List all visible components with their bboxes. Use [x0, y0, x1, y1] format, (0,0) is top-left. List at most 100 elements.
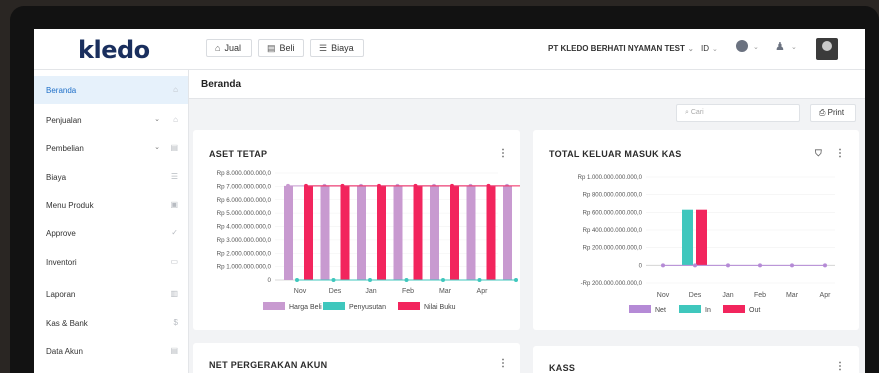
y-tick-label: Rp 2.000.000.000,0 — [217, 250, 272, 257]
legend-swatch — [629, 305, 651, 313]
legend-label: Out — [749, 307, 760, 314]
sidebar-item-beranda[interactable]: Beranda ⌂ — [34, 76, 188, 104]
sidebar-item-label: Pembelian — [46, 144, 84, 153]
language-selector[interactable]: ID ⌄ — [701, 44, 718, 53]
bar-harga-beli — [284, 185, 293, 280]
clock-icon[interactable] — [736, 40, 748, 52]
y-tick-label: Rp 600.000.000.000,0 — [583, 210, 643, 216]
bar-harga-beli — [466, 185, 476, 280]
y-tick-label: 0 — [639, 263, 643, 269]
beli-label: Beli — [279, 43, 295, 53]
sidebar-item-label: Data Akun — [46, 347, 83, 356]
y-tick-label: Rp 7.000.000.000,0 — [217, 183, 272, 190]
kas-card: TOTAL KELUAR MASUK KAS ⛉ ⋮ Rp 1.000.000.… — [533, 130, 859, 330]
data-point — [661, 263, 665, 268]
y-tick-label: Rp 1.000.000.000.000,0 — [578, 175, 643, 181]
company-name: PT KLEDO BERHATI NYAMAN TEST — [548, 44, 685, 53]
language-label: ID — [701, 44, 709, 53]
y-tick-label: Rp 200.000.000.000,0 — [583, 246, 643, 252]
beli-button[interactable]: ▤ Beli — [258, 39, 304, 57]
x-tick-label: Feb — [402, 288, 414, 295]
check-icon: ✓ — [171, 228, 178, 237]
company-selector[interactable]: PT KLEDO BERHATI NYAMAN TEST ⌄ — [548, 44, 694, 53]
net-pergerakan-card: NET PERGERAKAN AKUN ⋮ — [193, 343, 520, 373]
kas-chart: Rp 1.000.000.000.000,0 Rp 800.000.000.000… — [578, 175, 835, 314]
sidebar-item-biaya[interactable]: Biaya ☰ — [34, 163, 188, 191]
x-tick-label: Apr — [820, 292, 832, 299]
sidebar-item-kas-bank[interactable]: Kas & Bank $ — [34, 309, 188, 337]
x-tick-label: Apr — [477, 288, 489, 295]
y-tick-label: Rp 4.000.000.000,0 — [217, 224, 272, 231]
y-tick-label: Rp 1.000.000.000,0 — [217, 264, 272, 271]
x-tick-label: Mar — [786, 292, 799, 299]
bar-nilai-buku — [413, 185, 423, 280]
sidebar-item-inventori[interactable]: Inventori ▭ — [34, 248, 188, 276]
biaya-button[interactable]: ☰ Biaya — [310, 39, 364, 57]
data-point — [377, 183, 381, 188]
legend-swatch — [323, 302, 345, 310]
chevron-down-icon: ⌄ — [791, 44, 797, 51]
sidebar-item-laporan[interactable]: Laporan ▥ — [34, 280, 188, 308]
sidebar-item-label: Beranda — [46, 86, 77, 95]
sidebar-item-label: Approve — [46, 229, 76, 238]
jual-button[interactable]: ⌂ Jual — [206, 39, 252, 57]
bar-nilai-buku — [377, 185, 386, 280]
search-input[interactable]: ⌕ Cari — [676, 104, 800, 122]
x-tick-label: Des — [689, 292, 702, 299]
y-tick-label: Rp 8.000.000.000,0 — [217, 170, 272, 177]
data-point — [295, 278, 299, 282]
sidebar-item-label: Kas & Bank — [46, 319, 88, 328]
bag-icon: ▤ — [170, 143, 178, 152]
bar-out — [696, 209, 707, 266]
home-icon: ⌂ — [173, 85, 178, 94]
app-screen: kledo ⌂ Jual ▤ Beli ☰ Biaya PT KLEDO BER… — [34, 29, 865, 373]
sidebar-item-penjualan[interactable]: Penjualan ⌄ ⌂ — [34, 106, 188, 134]
warehouse-icon: ▭ — [170, 257, 178, 266]
data-point — [486, 183, 491, 188]
sidebar-item-label: Menu Produk — [46, 201, 94, 210]
sidebar-item-approve[interactable]: Approve ✓ — [34, 219, 188, 247]
bar-harga-beli — [393, 185, 403, 280]
bar-nilai-buku — [486, 185, 496, 280]
card-title: NET PERGERAKAN AKUN — [209, 360, 328, 370]
bar-harga-beli — [503, 185, 512, 280]
x-tick-label: Des — [329, 288, 342, 295]
y-tick-label: -Rp 200.000.000.000,0 — [581, 281, 643, 287]
user-avatar[interactable] — [816, 38, 838, 60]
data-point — [450, 183, 454, 188]
search-placeholder: Cari — [690, 109, 704, 116]
more-vertical-icon[interactable]: ⋮ — [835, 361, 845, 372]
data-point — [413, 183, 418, 188]
data-point — [693, 263, 697, 268]
y-tick-label: Rp 5.000.000.000,0 — [217, 210, 272, 217]
shop-icon: ⌂ — [173, 115, 178, 124]
y-tick-label: Rp 6.000.000.000,0 — [217, 197, 272, 204]
chevron-down-icon: ⌄ — [154, 116, 160, 123]
bell-icon[interactable]: ♟ — [775, 40, 785, 53]
chevron-down-icon: ⌄ — [753, 44, 759, 51]
bar-harga-beli — [320, 185, 330, 280]
bar-nilai-buku — [450, 185, 459, 280]
book-icon: ▤ — [170, 346, 178, 355]
legend-label: Nilai Buku — [424, 304, 456, 311]
printer-icon: ⎙ — [819, 108, 826, 117]
bar-harga-beli — [430, 185, 439, 280]
card-title: KASS — [549, 363, 576, 373]
aset-tetap-chart: Rp 8.000.000.000,0 Rp 7.000.000.000,0 Rp 6… — [217, 170, 520, 311]
x-tick-label: Jan — [365, 288, 376, 295]
kledo-logo[interactable]: kledo — [78, 36, 150, 64]
print-button[interactable]: ⎙ Print — [810, 104, 856, 122]
chevron-down-icon: ⌄ — [154, 144, 160, 151]
more-vertical-icon[interactable]: ⋮ — [498, 358, 508, 369]
page-title: Beranda — [201, 79, 242, 90]
sidebar-item-label: Laporan — [46, 290, 76, 299]
sidebar-item-menu-produk[interactable]: Menu Produk ▣ — [34, 191, 188, 219]
jual-label: Jual — [224, 43, 241, 53]
page-header: Beranda — [189, 70, 865, 99]
x-tick-label: Feb — [754, 292, 766, 299]
sidebar-item-data-akun[interactable]: Data Akun ▤ — [34, 337, 188, 365]
sidebar-item-label: Penjualan — [46, 116, 82, 125]
bar-harga-beli — [357, 185, 366, 280]
sidebar-item-pembelian[interactable]: Pembelian ⌄ ▤ — [34, 134, 188, 162]
y-tick-label: Rp 800.000.000.000,0 — [583, 193, 643, 199]
